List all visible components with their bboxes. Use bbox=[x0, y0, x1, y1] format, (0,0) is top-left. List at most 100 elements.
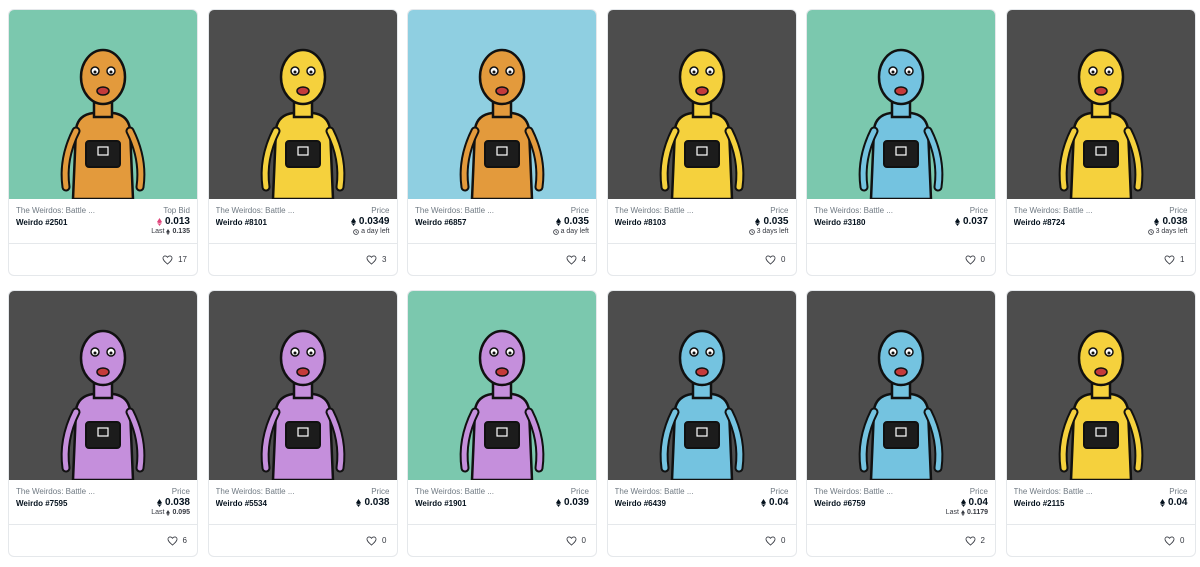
nft-card[interactable]: The Weirdos: Battle ... Weirdo #6857 Pri… bbox=[407, 9, 597, 276]
price-value: 0.039 bbox=[563, 497, 589, 508]
eth-icon bbox=[350, 217, 356, 226]
nft-card[interactable]: The Weirdos: Battle ... Weirdo #8101 Pri… bbox=[207, 9, 398, 276]
price-value: 0.035 bbox=[563, 216, 589, 227]
nft-card[interactable]: The Weirdos: Battle ... Weirdo #3180 Pri… bbox=[806, 9, 996, 276]
nft-card[interactable]: The Weirdos: Battle ... Weirdo #8724 Pri… bbox=[1005, 9, 1196, 276]
last-sale-value: 0.135 bbox=[172, 228, 190, 235]
nft-image[interactable] bbox=[9, 291, 197, 480]
nft-card[interactable]: The Weirdos: Battle ... Weirdo #8103 Pri… bbox=[606, 9, 797, 276]
nft-card[interactable]: The Weirdos: Battle ... Weirdo #6439 Pri… bbox=[606, 290, 797, 557]
price-label: Price bbox=[371, 487, 390, 496]
heart-icon[interactable] bbox=[366, 254, 377, 265]
card-footer: 1 bbox=[1007, 244, 1195, 275]
card-info: The Weirdos: Battle ... Weirdo #7595 Pri… bbox=[9, 480, 197, 525]
price: 0.04 bbox=[960, 497, 988, 508]
price: 0.039 bbox=[555, 497, 589, 508]
heart-icon[interactable] bbox=[765, 535, 776, 546]
price-value: 0.04 bbox=[769, 497, 789, 508]
weirdo-artwork bbox=[459, 48, 545, 199]
price-value: 0.038 bbox=[164, 497, 190, 508]
nft-image[interactable] bbox=[807, 291, 995, 480]
nft-image[interactable] bbox=[1006, 10, 1195, 199]
collection-name[interactable]: The Weirdos: Battle ... bbox=[615, 206, 694, 215]
eth-icon bbox=[1154, 217, 1160, 226]
collection-name[interactable]: The Weirdos: Battle ... bbox=[216, 487, 295, 496]
nft-card[interactable]: The Weirdos: Battle ... Weirdo #2501 Top… bbox=[8, 9, 198, 276]
nft-image[interactable] bbox=[208, 291, 397, 480]
favorite-count: 3 bbox=[382, 255, 387, 264]
time-left-label: 3 days left bbox=[756, 228, 789, 235]
heart-icon[interactable] bbox=[566, 254, 577, 265]
heart-icon[interactable] bbox=[1164, 535, 1175, 546]
nft-image[interactable] bbox=[607, 291, 796, 480]
price-value: 0.04 bbox=[1168, 497, 1188, 508]
nft-image[interactable] bbox=[208, 10, 397, 199]
heart-icon[interactable] bbox=[965, 254, 976, 265]
price-label: Price bbox=[770, 487, 789, 496]
token-name[interactable]: Weirdo #8724 bbox=[1014, 218, 1093, 227]
nft-grid: The Weirdos: Battle ... Weirdo #2501 Top… bbox=[0, 0, 1200, 567]
collection-name[interactable]: The Weirdos: Battle ... bbox=[216, 206, 295, 215]
token-name[interactable]: Weirdo #8101 bbox=[216, 218, 295, 227]
heart-icon[interactable] bbox=[765, 254, 776, 265]
nft-image[interactable] bbox=[1006, 291, 1195, 480]
last-sale: Last 0.1179 bbox=[946, 509, 988, 516]
nft-card[interactable]: The Weirdos: Battle ... Weirdo #7595 Pri… bbox=[8, 290, 198, 557]
heart-icon[interactable] bbox=[366, 535, 377, 546]
price-label: Price bbox=[1169, 206, 1188, 215]
favorite-count: 6 bbox=[182, 536, 187, 545]
heart-icon[interactable] bbox=[1164, 254, 1175, 265]
nft-card[interactable]: The Weirdos: Battle ... Weirdo #6759 Pri… bbox=[806, 290, 996, 557]
time-left: 3 days left bbox=[748, 228, 789, 235]
heart-icon[interactable] bbox=[162, 254, 173, 265]
nft-image[interactable] bbox=[607, 10, 796, 199]
price: 0.013 bbox=[156, 216, 190, 227]
collection-name[interactable]: The Weirdos: Battle ... bbox=[16, 487, 95, 496]
price-label: Top Bid bbox=[163, 206, 190, 215]
collection-name[interactable]: The Weirdos: Battle ... bbox=[615, 487, 694, 496]
token-name[interactable]: Weirdo #1901 bbox=[415, 499, 494, 508]
nft-image[interactable] bbox=[408, 291, 596, 480]
collection-name[interactable]: The Weirdos: Battle ... bbox=[415, 487, 494, 496]
token-name[interactable]: Weirdo #2115 bbox=[1014, 499, 1093, 508]
price: 0.04 bbox=[1160, 497, 1188, 508]
price-label: Price bbox=[171, 487, 190, 496]
nft-card[interactable]: The Weirdos: Battle ... Weirdo #5534 Pri… bbox=[207, 290, 398, 557]
collection-name[interactable]: The Weirdos: Battle ... bbox=[1014, 487, 1093, 496]
price-label: Price bbox=[1169, 487, 1188, 496]
collection-name[interactable]: The Weirdos: Battle ... bbox=[814, 487, 893, 496]
token-name[interactable]: Weirdo #6759 bbox=[814, 499, 893, 508]
collection-name[interactable]: The Weirdos: Battle ... bbox=[1014, 206, 1093, 215]
price-value: 0.038 bbox=[1162, 216, 1188, 227]
token-name[interactable]: Weirdo #8103 bbox=[615, 218, 694, 227]
card-footer: 0 bbox=[209, 525, 397, 556]
nft-image[interactable] bbox=[408, 10, 596, 199]
eth-icon bbox=[761, 498, 767, 507]
heart-icon[interactable] bbox=[566, 535, 577, 546]
token-name[interactable]: Weirdo #6857 bbox=[415, 218, 494, 227]
token-name[interactable]: Weirdo #2501 bbox=[16, 218, 95, 227]
nft-card[interactable]: The Weirdos: Battle ... Weirdo #2115 Pri… bbox=[1005, 290, 1196, 557]
last-sale-label: Last bbox=[151, 228, 165, 235]
last-sale-value: 0.095 bbox=[172, 509, 190, 516]
favorite-count: 1 bbox=[1180, 255, 1185, 264]
nft-card[interactable]: The Weirdos: Battle ... Weirdo #1901 Pri… bbox=[407, 290, 597, 557]
price-label: Price bbox=[969, 487, 988, 496]
token-name[interactable]: Weirdo #7595 bbox=[16, 499, 95, 508]
favorite-count: 4 bbox=[581, 255, 586, 264]
nft-image[interactable] bbox=[807, 10, 995, 199]
token-name[interactable]: Weirdo #5534 bbox=[216, 499, 295, 508]
heart-icon[interactable] bbox=[965, 535, 976, 546]
token-name[interactable]: Weirdo #6439 bbox=[615, 499, 694, 508]
collection-name[interactable]: The Weirdos: Battle ... bbox=[814, 206, 893, 215]
token-name[interactable]: Weirdo #3180 bbox=[814, 218, 893, 227]
collection-name[interactable]: The Weirdos: Battle ... bbox=[16, 206, 95, 215]
price-value: 0.038 bbox=[364, 497, 390, 508]
card-info: The Weirdos: Battle ... Weirdo #8103 Pri… bbox=[607, 199, 796, 244]
nft-image[interactable] bbox=[9, 10, 197, 199]
time-left: a day left bbox=[353, 228, 390, 235]
collection-name[interactable]: The Weirdos: Battle ... bbox=[415, 206, 494, 215]
price: 0.035 bbox=[755, 216, 789, 227]
heart-icon[interactable] bbox=[167, 535, 178, 546]
card-footer: 0 bbox=[408, 525, 596, 556]
